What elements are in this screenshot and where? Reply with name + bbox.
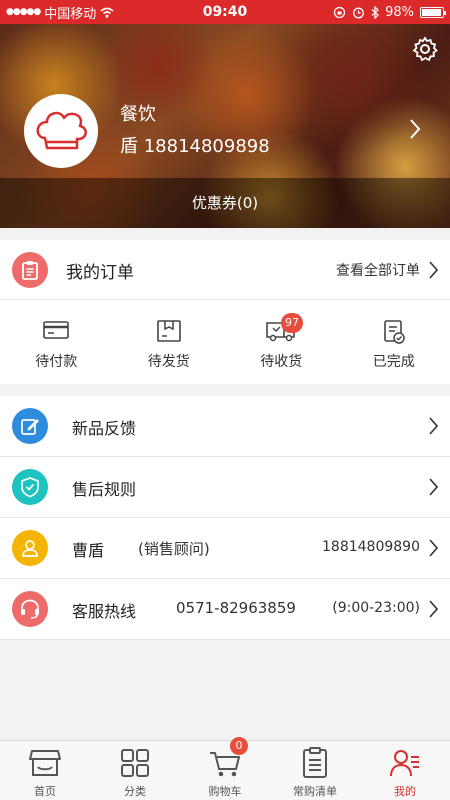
chef-hat-icon (36, 111, 87, 150)
pending-receipt-badge: 97 (281, 313, 303, 333)
status-pending-shipment[interactable]: 待发货 (113, 301, 226, 384)
chevron-right-icon (429, 417, 438, 435)
status-label: 已完成 (372, 354, 415, 370)
menu-label: 新品反馈 (72, 419, 137, 438)
avatar[interactable] (24, 94, 98, 168)
alarm-icon (353, 7, 365, 18)
battery-icon (420, 6, 446, 18)
menu-list: 新品反馈 售后规则 曹盾 (销售顾问) 18814809890 客服热线 057… (0, 396, 450, 640)
menu-label: 曹盾 (72, 541, 105, 560)
list-icon (303, 747, 327, 778)
chevron-right-icon[interactable] (408, 118, 422, 140)
advisor-icon-bg (12, 530, 48, 566)
view-all-orders-link[interactable]: 查看全部订单 (336, 260, 420, 280)
feedback-icon-bg (12, 408, 48, 444)
status-label: 待付款 (35, 354, 78, 370)
advisor-role: (销售顾问) (138, 540, 210, 558)
menu-item-sales-advisor[interactable]: 曹盾 (销售顾问) 18814809890 (0, 518, 450, 579)
tab-home[interactable]: 首页 (0, 741, 90, 800)
card-icon (43, 321, 70, 339)
tab-label: 常购清单 (293, 785, 337, 798)
tab-mine[interactable]: 我的 (360, 741, 450, 800)
status-bar: ●●●●● 中国移动 09:40 98% (0, 0, 450, 24)
tab-label: 分类 (124, 785, 146, 798)
advisor-phone[interactable]: 18814809890 (322, 539, 420, 555)
coupon-link[interactable]: 优惠券(0) (0, 178, 450, 228)
orders-icon (12, 252, 48, 288)
headset-icon (21, 599, 39, 619)
tab-category[interactable]: 分类 (90, 741, 180, 800)
tab-cart[interactable]: 0 购物车 (180, 737, 270, 800)
menu-item-after-sale[interactable]: 售后规则 (0, 457, 450, 518)
menu-item-hotline[interactable]: 客服热线 0571-82963859 (9:00-23:00) (0, 579, 450, 640)
orders-title: 我的订单 (66, 263, 134, 283)
clipboard-icon (22, 261, 38, 280)
user-phone: 盾 18814809898 (120, 136, 270, 157)
grid-icon (121, 749, 149, 777)
bluetooth-icon (371, 5, 379, 19)
profile-header[interactable]: 餐饮 盾 18814809898 优惠券(0) (0, 24, 450, 228)
person-icon (22, 540, 38, 557)
chevron-right-icon (429, 478, 438, 496)
after-sale-icon-bg (12, 469, 48, 505)
chevron-right-icon (429, 600, 438, 618)
status-completed[interactable]: 已完成 (338, 301, 450, 384)
order-status-row: 待付款 待发货 97 待收货 已完成 (0, 301, 450, 384)
orders-card: 我的订单 查看全部订单 待付款 待发货 97 待收货 已完成 (0, 240, 450, 384)
rotation-lock-icon (333, 6, 346, 18)
chevron-right-icon (429, 539, 438, 557)
hotline-hours: (9:00-23:00) (332, 600, 420, 616)
user-name: 餐饮 (120, 104, 156, 125)
hotline-icon-bg (12, 591, 48, 627)
tab-label: 首页 (34, 785, 56, 798)
orders-header[interactable]: 我的订单 查看全部订单 (0, 240, 450, 300)
menu-label: 售后规则 (72, 480, 137, 499)
hotline-phone[interactable]: 0571-82963859 (176, 599, 296, 617)
edit-icon (21, 419, 39, 435)
menu-label: 客服热线 (72, 602, 137, 621)
checklist-icon (383, 320, 405, 344)
tab-label: 我的 (394, 785, 416, 798)
store-icon (29, 750, 61, 776)
status-pending-payment[interactable]: 待付款 (0, 301, 113, 384)
menu-item-feedback[interactable]: 新品反馈 (0, 396, 450, 457)
profile-icon (390, 750, 419, 777)
status-pending-receipt[interactable]: 97 待收货 (225, 301, 338, 384)
box-icon (156, 320, 181, 342)
tab-frequent-list[interactable]: 常购清单 (270, 741, 360, 800)
status-label: 待发货 (147, 354, 190, 370)
tab-bar: 首页 分类 0 购物车 常购清单 我的 (0, 737, 450, 800)
tab-label: 购物车 (208, 785, 242, 798)
status-label: 待收货 (260, 354, 303, 370)
chevron-right-icon[interactable] (428, 261, 438, 279)
battery-percent: 98% (385, 4, 414, 20)
status-right: 98% (333, 0, 446, 24)
shield-icon (21, 477, 39, 498)
cart-badge: 0 (230, 737, 248, 755)
gear-icon[interactable] (412, 36, 438, 62)
